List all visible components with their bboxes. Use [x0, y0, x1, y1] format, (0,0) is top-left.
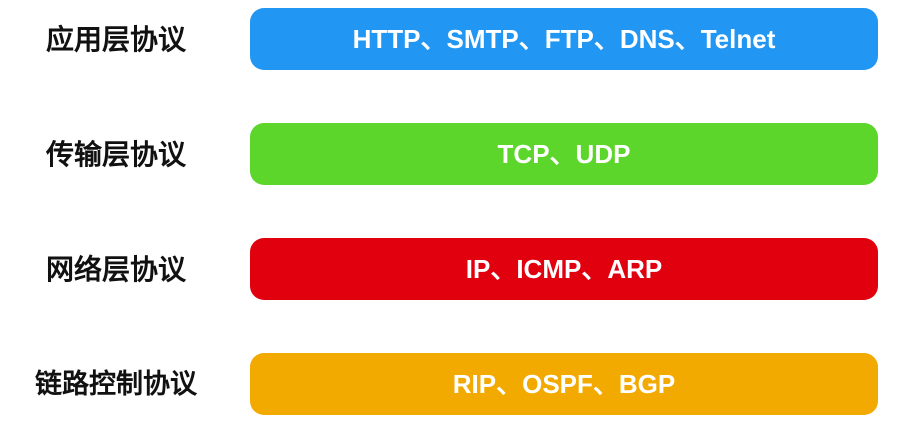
- layer-label-network: 网络层协议: [45, 253, 186, 286]
- protocol-bar-link-control: RIP、OSPF、BGP: [250, 353, 878, 415]
- protocol-bar-transport: TCP、UDP: [250, 123, 878, 185]
- layer-row-application: 应用层协议 HTTP、SMTP、FTP、DNS、Telnet: [0, 8, 908, 72]
- layer-row-transport: 传输层协议 TCP、UDP: [0, 123, 908, 187]
- layer-row-network: 网络层协议 IP、ICMP、ARP: [0, 238, 908, 302]
- layer-label-application: 应用层协议: [45, 23, 186, 56]
- protocol-layers-diagram: 应用层协议 HTTP、SMTP、FTP、DNS、Telnet 传输层协议 TCP…: [0, 0, 908, 425]
- protocol-bar-application: HTTP、SMTP、FTP、DNS、Telnet: [250, 8, 878, 70]
- layer-label-link-control: 链路控制协议: [35, 369, 197, 400]
- protocol-bar-network: IP、ICMP、ARP: [250, 238, 878, 300]
- layer-label-transport: 传输层协议: [45, 138, 186, 171]
- layer-row-link-control: 链路控制协议 RIP、OSPF、BGP: [0, 353, 908, 417]
